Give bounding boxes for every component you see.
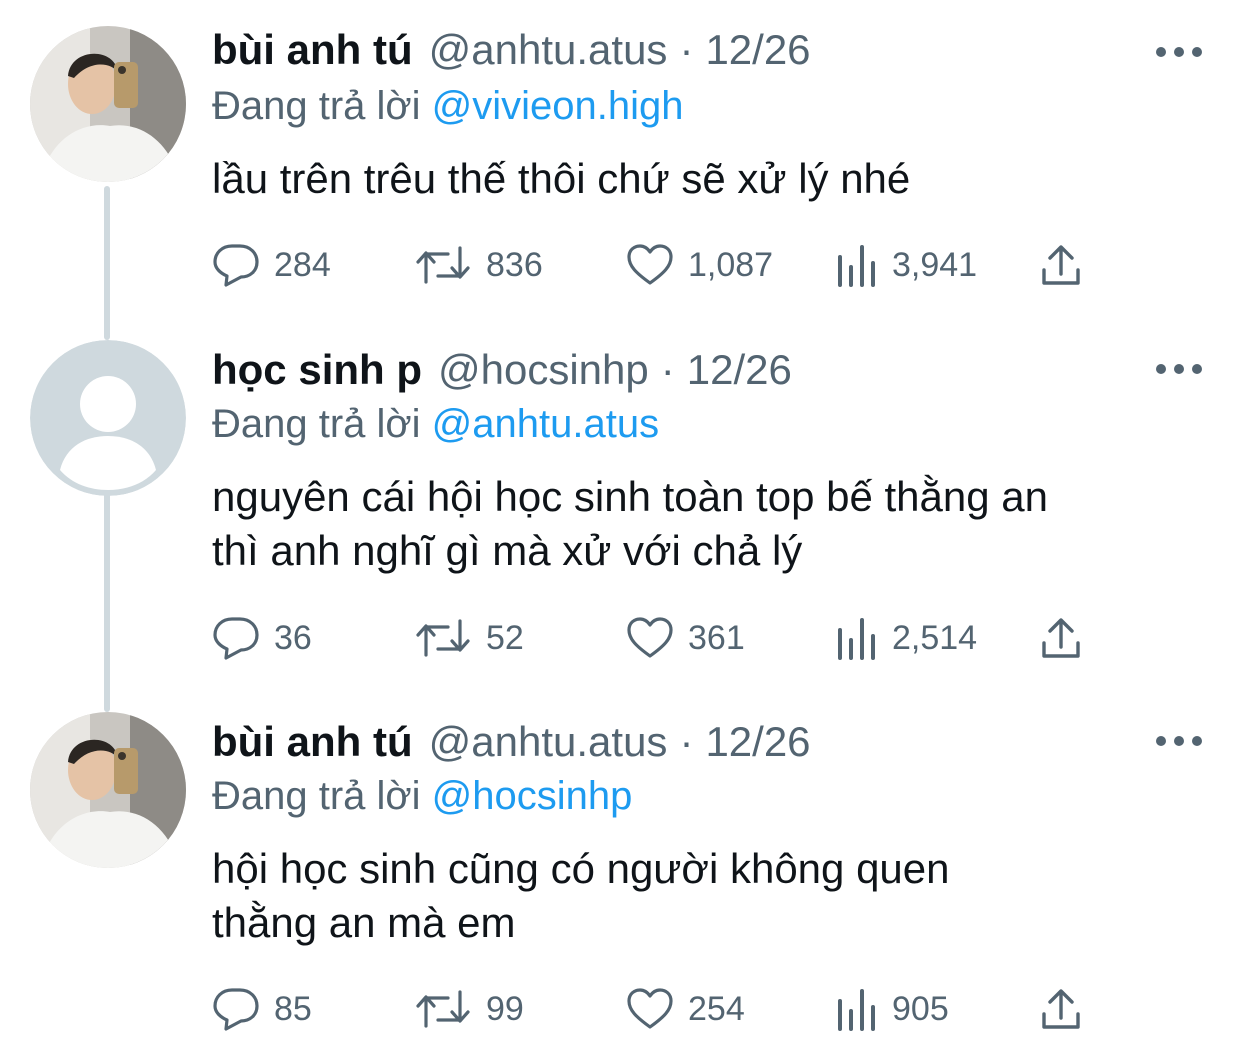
replying-prefix: Đang trả lời (212, 84, 421, 128)
avatar[interactable] (30, 712, 186, 868)
like-button[interactable]: 1,087 (626, 240, 773, 290)
views-icon (838, 245, 875, 287)
action-bar: 85 99 254 905 (212, 984, 1092, 1034)
views-button[interactable]: 905 (836, 984, 949, 1034)
retweet-icon (416, 246, 470, 284)
tweet-text-line: hội học sinh cũng có người không quen (212, 845, 950, 892)
default-avatar[interactable] (30, 340, 186, 496)
share-button[interactable] (1040, 613, 1082, 663)
user-handle[interactable]: @anhtu.atus (429, 714, 668, 770)
tweet-text-line: thằng an mà em (212, 899, 516, 946)
like-button[interactable]: 254 (626, 984, 745, 1034)
reply-button[interactable]: 284 (212, 240, 331, 290)
heart-icon (627, 617, 673, 658)
replying-to: Đang trả lời @vivieon.high (212, 80, 684, 132)
replying-prefix: Đang trả lời (212, 774, 421, 818)
retweet-count: 52 (486, 618, 524, 657)
views-count: 3,941 (892, 245, 978, 284)
display-name[interactable]: bùi anh tú (212, 714, 413, 770)
share-icon (1042, 245, 1080, 285)
user-handle[interactable]: @anhtu.atus (429, 22, 668, 78)
tweet-text-line: nguyên cái hội học sinh toàn top bế thằn… (212, 473, 1048, 520)
reply-count: 36 (274, 618, 312, 657)
like-count: 361 (688, 618, 745, 657)
separator-dot: · (679, 26, 694, 73)
separator-dot: · (660, 346, 675, 393)
retweet-button[interactable]: 99 (414, 984, 524, 1034)
tweet-date[interactable]: 12/26 (705, 22, 810, 78)
tweet-header: bùi anh tú @anhtu.atus · 12/26 (212, 714, 811, 770)
views-button[interactable]: 2,514 (836, 613, 977, 663)
more-options-button[interactable] (1156, 362, 1202, 376)
tweet[interactable]: học sinh p @hocsinhp · 12/26 Đang trả lờ… (0, 340, 1242, 712)
retweet-icon (416, 990, 470, 1028)
reply-mention-link[interactable]: @hocsinhp (432, 774, 633, 818)
share-icon (1042, 618, 1080, 658)
tweet-text: lầu trên trêu thế thôi chứ sẽ xử lý nhé (212, 152, 1212, 206)
reply-count: 85 (274, 989, 312, 1028)
more-icon-dot (1192, 736, 1202, 746)
retweet-count: 99 (486, 989, 524, 1028)
like-button[interactable]: 361 (626, 613, 745, 663)
more-icon (1156, 736, 1166, 746)
heart-icon (627, 988, 673, 1029)
reply-icon (213, 617, 259, 660)
tweet-text: hội học sinh cũng có người không quen th… (212, 842, 1212, 950)
reply-icon (213, 244, 259, 287)
more-icon-dot (1192, 47, 1202, 57)
more-options-button[interactable] (1156, 45, 1202, 59)
views-icon (838, 618, 875, 660)
tweet[interactable]: bùi anh tú @anhtu.atus · 12/26 Đang trả … (0, 712, 1242, 1048)
avatar[interactable] (30, 26, 186, 182)
replying-prefix: Đang trả lời (212, 402, 421, 446)
tweet-text-line: lầu trên trêu thế thôi chứ sẽ xử lý nhé (212, 155, 911, 202)
views-count: 905 (892, 989, 949, 1028)
retweet-button[interactable]: 52 (414, 613, 524, 663)
replying-to: Đang trả lời @anhtu.atus (212, 398, 659, 450)
reply-mention-link[interactable]: @anhtu.atus (432, 402, 659, 446)
retweet-button[interactable]: 836 (414, 240, 543, 290)
more-options-button[interactable] (1156, 734, 1202, 748)
display-name[interactable]: bùi anh tú (212, 22, 413, 78)
display-name[interactable]: học sinh p (212, 342, 422, 398)
reply-count: 284 (274, 245, 331, 284)
tweet-header: học sinh p @hocsinhp · 12/26 (212, 342, 792, 398)
like-count: 254 (688, 989, 745, 1028)
tweet-text: nguyên cái hội học sinh toàn top bế thằn… (212, 470, 1212, 578)
action-bar: 36 52 361 2,514 (212, 613, 1092, 663)
views-button[interactable]: 3,941 (836, 240, 977, 290)
action-bar: 284 836 1,087 3,941 (212, 240, 1092, 290)
share-button[interactable] (1040, 984, 1082, 1034)
retweet-icon (416, 619, 470, 657)
more-icon-dot (1192, 364, 1202, 374)
more-icon-dot (1174, 736, 1184, 746)
heart-icon (627, 244, 673, 285)
like-count: 1,087 (688, 245, 774, 284)
share-button[interactable] (1040, 240, 1082, 290)
share-icon (1042, 989, 1080, 1029)
tweet-date[interactable]: 12/26 (687, 342, 792, 398)
reply-button[interactable]: 85 (212, 984, 312, 1034)
more-icon (1156, 364, 1166, 374)
reply-button[interactable]: 36 (212, 613, 312, 663)
more-icon-dot (1174, 47, 1184, 57)
tweet-text-line: thì anh nghĩ gì mà xử với chả lý (212, 527, 803, 574)
tweet-date[interactable]: 12/26 (705, 714, 810, 770)
retweet-count: 836 (486, 245, 543, 284)
reply-icon (213, 988, 259, 1031)
reply-mention-link[interactable]: @vivieon.high (432, 84, 684, 128)
separator-dot: · (679, 718, 694, 765)
user-handle[interactable]: @hocsinhp (438, 342, 649, 398)
views-icon (838, 989, 875, 1031)
views-count: 2,514 (892, 618, 978, 657)
tweet-header: bùi anh tú @anhtu.atus · 12/26 (212, 22, 811, 78)
more-icon (1156, 47, 1166, 57)
tweet[interactable]: bùi anh tú @anhtu.atus · 12/26 Đang trả … (0, 0, 1242, 340)
more-icon-dot (1174, 364, 1184, 374)
replying-to: Đang trả lời @hocsinhp (212, 770, 632, 822)
